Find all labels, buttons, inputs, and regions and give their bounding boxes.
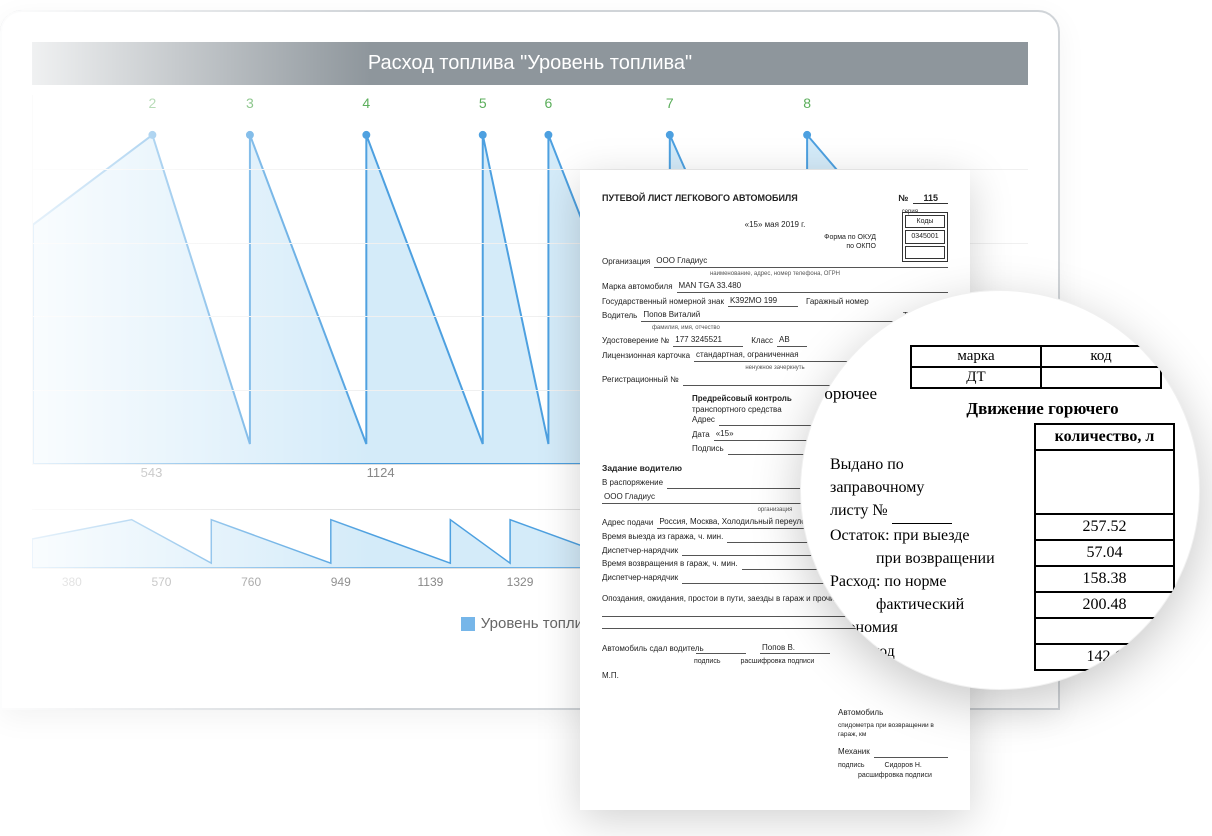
peak-label: 6 <box>545 95 553 111</box>
doc-date: «15» мая 2019 г. <box>602 220 948 231</box>
fuel-row-labels: Выдано по заправочному листу № Остаток: … <box>830 423 1030 671</box>
chart-title: Расход топлива "Уровень топлива" <box>32 42 1028 85</box>
legend-swatch <box>461 617 475 631</box>
fuel-values-table: количество, л 257.52 57.04 158.38 200.48… <box>1034 423 1175 671</box>
peak-label: 4 <box>362 95 370 111</box>
peak-label: 5 <box>479 95 487 111</box>
codes-box: Коды 0345001 <box>902 212 948 262</box>
fuel-movement-title: Движение горючего <box>830 399 1175 419</box>
peak-label: 2 <box>148 95 156 111</box>
magnifier-zoom: Горючее марка код ДТ Движение горючего В… <box>800 290 1200 690</box>
peak-label: 3 <box>246 95 254 111</box>
doc-title: ПУТЕВОЙ ЛИСТ ЛЕГКОВОГО АВТОМОБИЛЯ <box>602 192 798 204</box>
peak-label: 8 <box>803 95 811 111</box>
fuel-label: Горючее <box>816 384 877 404</box>
peak-label: 7 <box>666 95 674 111</box>
fuel-brand-table: марка код ДТ <box>910 345 1162 389</box>
